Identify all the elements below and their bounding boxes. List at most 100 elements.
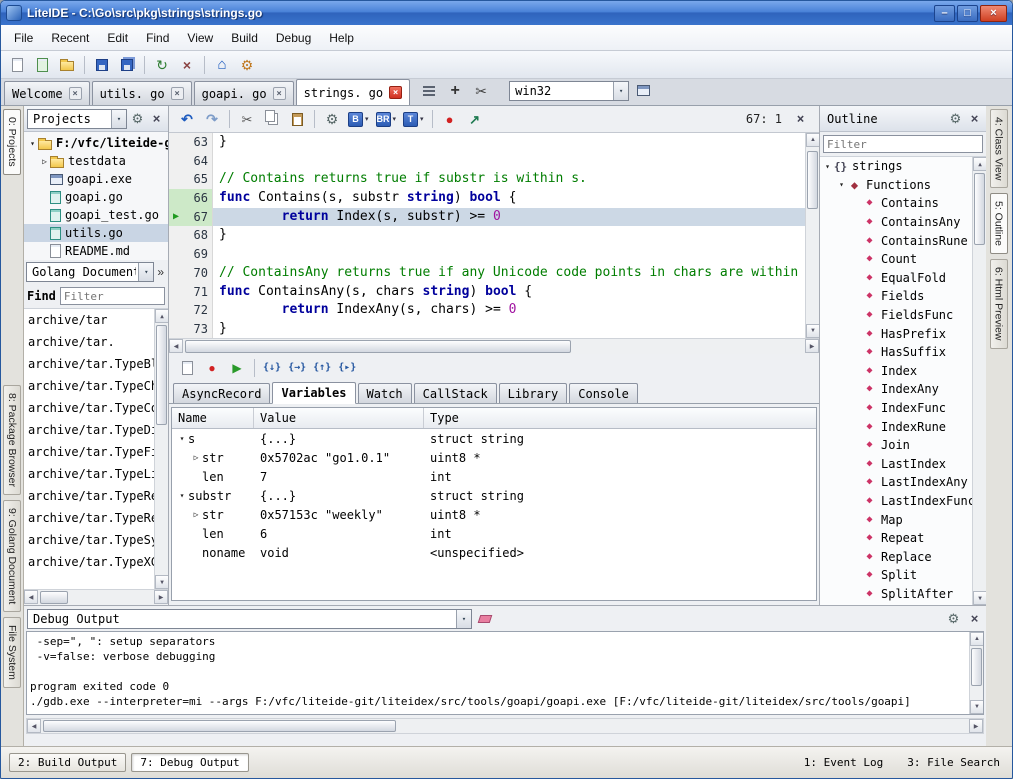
doc-list-item[interactable]: archive/tar.TypeRegA (24, 507, 154, 529)
scroll-track[interactable] (41, 719, 969, 733)
menu-find[interactable]: Find (137, 27, 178, 49)
output-close-button[interactable]: × (966, 610, 983, 627)
target-settings-button[interactable] (631, 79, 655, 102)
column-header-name[interactable]: Name (172, 408, 254, 428)
outline-close-button[interactable]: × (966, 110, 983, 127)
redo-button[interactable]: ↷ (200, 108, 224, 131)
editor-vertical-scrollbar[interactable]: ▲ ▼ (805, 133, 819, 338)
new-file-button[interactable] (5, 53, 29, 76)
scroll-up-icon[interactable]: ▲ (973, 157, 986, 171)
outline-item[interactable]: ▾◆Functions (820, 176, 972, 195)
debug-tab-asyncrecord[interactable]: AsyncRecord (173, 383, 270, 403)
build-b-button[interactable]: B▾ (345, 108, 372, 131)
tab-close-icon[interactable]: × (171, 87, 184, 100)
debug-start-button[interactable]: ● (438, 108, 462, 131)
scroll-right-icon[interactable]: ▶ (154, 590, 168, 604)
close-file-button[interactable]: × (175, 53, 199, 76)
step-into-button[interactable]: {↓} (260, 357, 284, 380)
status-7-debug-output[interactable]: 7: Debug Output (131, 753, 248, 772)
scroll-right-icon[interactable]: ▶ (805, 339, 819, 353)
output-horizontal-scrollbar[interactable]: ◀ ▶ (26, 718, 984, 734)
plus-button[interactable]: + (443, 79, 467, 102)
step-over-button[interactable]: {→} (285, 357, 309, 380)
outline-item[interactable]: ◆Fields (820, 287, 972, 306)
side-tab-8-package-browser[interactable]: 8: Package Browser (3, 385, 21, 495)
export-button[interactable]: ↗ (463, 108, 487, 131)
outline-menu-button[interactable]: ⚙ (947, 110, 964, 127)
build-config-button[interactable]: ⚙ (320, 108, 344, 131)
scroll-track[interactable] (183, 339, 805, 354)
line-number[interactable]: 65 (183, 170, 213, 189)
scroll-track[interactable] (155, 323, 168, 575)
doc-list-item[interactable]: archive/tar.TypeChar (24, 375, 154, 397)
scroll-track[interactable] (973, 171, 986, 591)
golang-document-combo[interactable]: Golang Document ▾ (26, 262, 154, 282)
project-tree-item[interactable]: utils.go (24, 224, 168, 242)
tab-utils-go[interactable]: utils. go× (92, 81, 192, 105)
outline-filter-input[interactable] (823, 135, 983, 153)
expander-icon[interactable]: ▾ (836, 180, 847, 189)
project-tree-item[interactable]: goapi_test.go (24, 206, 168, 224)
outline-item[interactable]: ◆Map (820, 510, 972, 529)
line-number[interactable]: 71 (183, 283, 213, 302)
outline-item[interactable]: ◆Index (820, 362, 972, 381)
code-editor[interactable]: 63}6465// Contains returns true if subst… (169, 132, 819, 338)
debug-tab-callstack[interactable]: CallStack (414, 383, 497, 403)
run-to-line-button[interactable]: {▸} (335, 357, 359, 380)
doc-list-item[interactable]: archive/tar.TypeReg (24, 485, 154, 507)
variable-row[interactable]: len6int (172, 524, 816, 543)
debug-tab-watch[interactable]: Watch (358, 383, 412, 403)
menu-help[interactable]: Help (320, 27, 363, 49)
scroll-up-icon[interactable]: ▲ (155, 309, 168, 323)
menu-view[interactable]: View (178, 27, 222, 49)
status-3-file-search[interactable]: 3: File Search (903, 756, 1004, 769)
doc-list-item[interactable]: archive/tar.TypeLink (24, 463, 154, 485)
maximize-button[interactable]: □ (957, 5, 978, 22)
variable-row[interactable]: ▷str0x5702ac "go1.0.1"uint8 * (172, 448, 816, 467)
tab-close-icon[interactable]: × (389, 86, 402, 99)
line-number[interactable]: 68 (183, 226, 213, 245)
menu-build[interactable]: Build (222, 27, 267, 49)
status-1-event-log[interactable]: 1: Event Log (800, 756, 887, 769)
doc-list-item[interactable]: archive/tar.TypeDir (24, 419, 154, 441)
scroll-thumb[interactable] (156, 325, 167, 425)
doc-list-vertical-scrollbar[interactable]: ▲ ▼ (154, 309, 168, 589)
variable-row[interactable]: ▾substr{...}struct string (172, 486, 816, 505)
insert-log-button[interactable] (175, 357, 199, 380)
outline-item[interactable]: ◆Join (820, 436, 972, 455)
outline-item[interactable]: ◆ContainsRune (820, 231, 972, 250)
outline-item[interactable]: ◆SplitAfter (820, 585, 972, 604)
outline-item[interactable]: ◆HasSuffix (820, 343, 972, 362)
tab-strings-go[interactable]: strings. go× (296, 79, 410, 105)
line-number[interactable]: 66 (183, 189, 213, 208)
outline-item[interactable]: ◆LastIndexFunc (820, 492, 972, 511)
doc-list-item[interactable]: archive/tar (24, 309, 154, 331)
line-number[interactable]: 64 (183, 152, 213, 171)
outline-item[interactable]: ▾{}strings (820, 157, 972, 176)
scroll-down-icon[interactable]: ▼ (155, 575, 168, 589)
paste-button[interactable] (285, 108, 309, 131)
scroll-track[interactable] (38, 590, 154, 605)
menu-file[interactable]: File (5, 27, 42, 49)
scroll-down-icon[interactable]: ▼ (970, 700, 984, 714)
minimize-button[interactable]: – (934, 5, 955, 22)
expander-icon[interactable]: ▾ (176, 491, 188, 500)
side-tab-file-system[interactable]: File System (3, 617, 21, 688)
column-header-type[interactable]: Type (424, 408, 816, 428)
scroll-left-icon[interactable]: ◀ (24, 590, 38, 604)
save-file-button[interactable] (90, 53, 114, 76)
output-view-combo[interactable]: Debug Output ▾ (27, 609, 472, 629)
target-combo[interactable]: win32 ▾ (509, 81, 629, 101)
project-tree-item[interactable]: ▷testdata (24, 152, 168, 170)
outline-item[interactable]: ◆LastIndexAny (820, 473, 972, 492)
scroll-thumb[interactable] (971, 648, 982, 686)
project-tree-item[interactable]: README.md (24, 242, 168, 260)
undo-button[interactable]: ↶ (175, 108, 199, 131)
side-tab-6-html-preview[interactable]: 6: Html Preview (990, 259, 1008, 349)
home-button[interactable]: ⌂ (210, 53, 234, 76)
outline-item[interactable]: ◆IndexRune (820, 417, 972, 436)
step-out-button[interactable]: {↑} (310, 357, 334, 380)
editor-close-button[interactable]: × (790, 110, 811, 128)
outline-item[interactable]: ◆IndexAny (820, 380, 972, 399)
open-file-button[interactable] (30, 53, 54, 76)
